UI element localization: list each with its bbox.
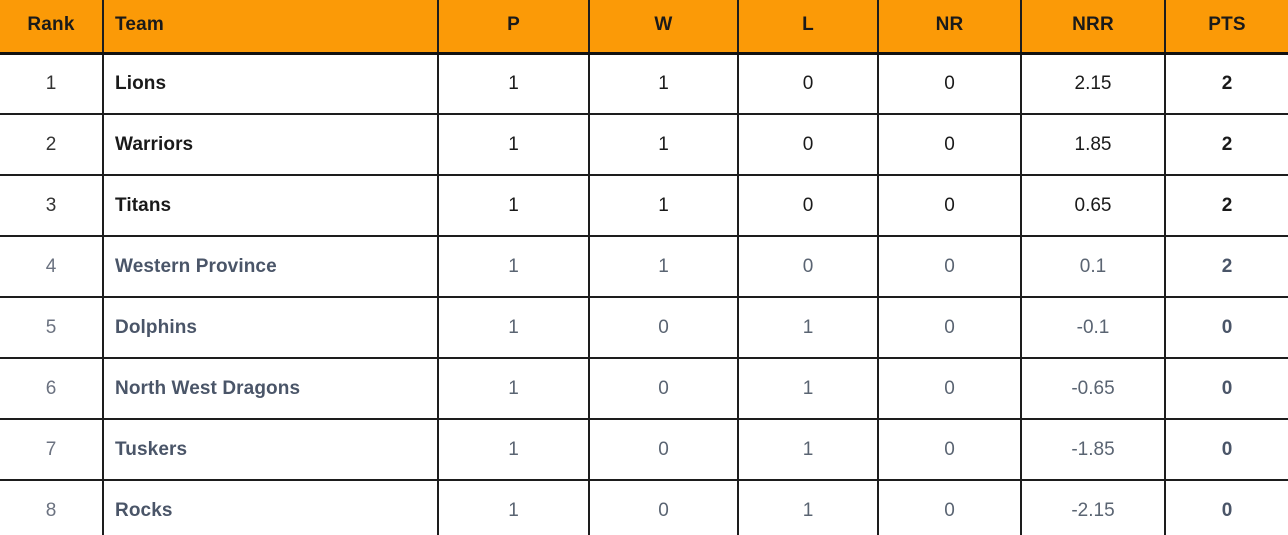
cell-points: 0 (1165, 480, 1288, 535)
cell-won: 0 (589, 419, 739, 481)
cell-team-name: Western Province (103, 236, 439, 298)
header-row: Rank Team P W L NR NRR PTS (0, 0, 1288, 55)
column-header-p: P (438, 0, 590, 55)
table-row[interactable]: 7 Tuskers 1 0 1 0 -1.85 0 (0, 419, 1288, 481)
cell-points: 2 (1165, 114, 1288, 176)
cell-won: 0 (589, 480, 739, 535)
cell-points: 2 (1165, 53, 1288, 115)
column-header-pts: PTS (1165, 0, 1288, 55)
column-header-nrr: NRR (1021, 0, 1166, 55)
cell-played: 1 (438, 358, 590, 420)
cell-won: 0 (589, 297, 739, 359)
cell-rank: 3 (0, 175, 104, 237)
cell-net-run-rate: 1.85 (1021, 114, 1166, 176)
cell-played: 1 (438, 419, 590, 481)
column-header-w: W (589, 0, 739, 55)
cell-points: 0 (1165, 419, 1288, 481)
cell-no-result: 0 (878, 236, 1022, 298)
table-body: 1 Lions 1 1 0 0 2.15 2 2 Warriors 1 1 0 0 1.85 2 3 Titans… (0, 53, 1288, 535)
cell-lost: 0 (738, 114, 879, 176)
cell-rank: 8 (0, 480, 104, 535)
table-row[interactable]: 8 Rocks 1 0 1 0 -2.15 0 (0, 480, 1288, 535)
cell-won: 1 (589, 236, 739, 298)
cell-net-run-rate: -0.65 (1021, 358, 1166, 420)
cell-no-result: 0 (878, 419, 1022, 481)
cell-won: 0 (589, 358, 739, 420)
standings-table-container: Rank Team P W L NR NRR PTS 1 Lions 1 1 0 0 2.1… (0, 0, 1288, 535)
cell-points: 2 (1165, 236, 1288, 298)
cell-team-name: North West Dragons (103, 358, 439, 420)
table-row[interactable]: 6 North West Dragons 1 0 1 0 -0.65 0 (0, 358, 1288, 420)
cell-rank: 5 (0, 297, 104, 359)
table-header: Rank Team P W L NR NRR PTS (0, 0, 1288, 55)
cell-rank: 6 (0, 358, 104, 420)
cell-team-name: Lions (103, 53, 439, 115)
cell-played: 1 (438, 175, 590, 237)
cell-lost: 0 (738, 53, 879, 115)
cell-no-result: 0 (878, 297, 1022, 359)
cell-points: 0 (1165, 297, 1288, 359)
cell-net-run-rate: 0.65 (1021, 175, 1166, 237)
table-row[interactable]: 4 Western Province 1 1 0 0 0.1 2 (0, 236, 1288, 298)
cell-no-result: 0 (878, 53, 1022, 115)
cell-lost: 1 (738, 358, 879, 420)
cell-won: 1 (589, 53, 739, 115)
cell-net-run-rate: -1.85 (1021, 419, 1166, 481)
cell-lost: 0 (738, 236, 879, 298)
cell-played: 1 (438, 236, 590, 298)
cell-points: 2 (1165, 175, 1288, 237)
cell-lost: 1 (738, 419, 879, 481)
cell-team-name: Warriors (103, 114, 439, 176)
cell-no-result: 0 (878, 480, 1022, 535)
table-row[interactable]: 2 Warriors 1 1 0 0 1.85 2 (0, 114, 1288, 176)
cell-played: 1 (438, 53, 590, 115)
cell-won: 1 (589, 114, 739, 176)
column-header-rank: Rank (0, 0, 104, 55)
cell-net-run-rate: -2.15 (1021, 480, 1166, 535)
cell-net-run-rate: 0.1 (1021, 236, 1166, 298)
cell-points: 0 (1165, 358, 1288, 420)
cell-played: 1 (438, 480, 590, 535)
column-header-team: Team (103, 0, 439, 55)
table-row[interactable]: 1 Lions 1 1 0 0 2.15 2 (0, 53, 1288, 115)
cell-team-name: Titans (103, 175, 439, 237)
cell-team-name: Rocks (103, 480, 439, 535)
standings-table: Rank Team P W L NR NRR PTS 1 Lions 1 1 0 0 2.1… (0, 0, 1288, 535)
cell-lost: 0 (738, 175, 879, 237)
table-row[interactable]: 3 Titans 1 1 0 0 0.65 2 (0, 175, 1288, 237)
cell-net-run-rate: -0.1 (1021, 297, 1166, 359)
cell-lost: 1 (738, 297, 879, 359)
table-row[interactable]: 5 Dolphins 1 0 1 0 -0.1 0 (0, 297, 1288, 359)
cell-lost: 1 (738, 480, 879, 535)
cell-played: 1 (438, 297, 590, 359)
cell-rank: 1 (0, 53, 104, 115)
cell-rank: 7 (0, 419, 104, 481)
cell-no-result: 0 (878, 175, 1022, 237)
cell-no-result: 0 (878, 114, 1022, 176)
column-header-nr: NR (878, 0, 1022, 55)
column-header-l: L (738, 0, 879, 55)
cell-team-name: Tuskers (103, 419, 439, 481)
cell-net-run-rate: 2.15 (1021, 53, 1166, 115)
cell-played: 1 (438, 114, 590, 176)
cell-rank: 4 (0, 236, 104, 298)
cell-won: 1 (589, 175, 739, 237)
cell-no-result: 0 (878, 358, 1022, 420)
cell-team-name: Dolphins (103, 297, 439, 359)
cell-rank: 2 (0, 114, 104, 176)
